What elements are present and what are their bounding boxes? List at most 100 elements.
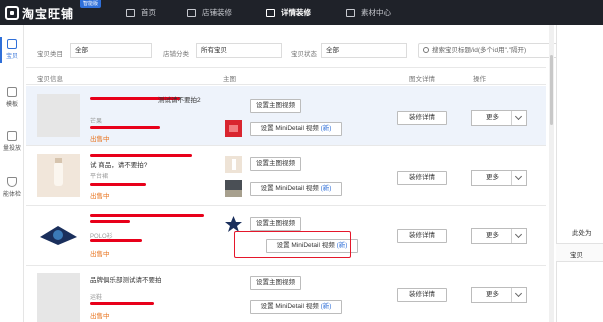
product-thumbnail[interactable] [37, 273, 80, 322]
more-label: 更多 [486, 291, 499, 298]
search-placeholder: 搜索宝贝标题/id(多个id用","隔开) [432, 47, 527, 54]
video-thumbnail[interactable] [225, 215, 242, 232]
filter-shop-category-select[interactable]: 所有宝贝 [196, 43, 282, 58]
edit-detail-button[interactable]: 装修详情 [397, 229, 447, 243]
button-label: 设置 MiniDetail 视频 [260, 303, 319, 310]
edition-badge: 智能版 [80, 0, 102, 8]
store-icon [187, 8, 196, 17]
column-header-product-info: 宝贝信息 [37, 76, 63, 83]
product-subtitle: 平台裙 [90, 174, 109, 180]
edit-detail-button[interactable]: 装修详情 [397, 111, 447, 125]
set-main-video-button[interactable]: 设置主图视频 [250, 99, 301, 113]
sidebar-item-label: 量投放 [2, 146, 21, 152]
more-actions-dropdown[interactable]: 更多 [471, 287, 527, 303]
shield-icon [7, 177, 17, 187]
logo-text: 淘宝旺铺 [22, 6, 75, 21]
video-thumbnail[interactable] [225, 180, 242, 197]
product-subtitle: 芒果 [90, 119, 103, 125]
sidebar: 宝贝 模板 量投放 能体检 [0, 25, 24, 322]
redaction-mark [90, 214, 204, 217]
sidebar-item-bulk-delivery[interactable]: 量投放 [0, 131, 24, 152]
status-badge: 出售中 [90, 136, 110, 143]
template-icon [7, 87, 17, 97]
more-label: 更多 [486, 174, 499, 181]
new-tag: (新) [320, 125, 332, 132]
table-header: 宝贝信息 主图 图文详情 操作 [26, 67, 546, 85]
logo-icon [5, 6, 19, 20]
new-tag: (新) [320, 303, 332, 310]
set-main-video-button[interactable]: 设置主图视频 [250, 157, 301, 171]
chevron-down-icon [514, 112, 523, 121]
dropdown-divider [511, 288, 512, 302]
box-icon [7, 39, 17, 49]
product-thumbnail[interactable] [37, 94, 80, 137]
video-thumbnail[interactable] [225, 120, 242, 137]
search-input[interactable]: 搜索宝贝标题/id(多个id用","隔开) [418, 43, 559, 58]
more-actions-dropdown[interactable]: 更多 [471, 170, 527, 186]
column-header-main-image: 主图 [223, 76, 236, 83]
set-main-video-button[interactable]: 设置主图视频 [250, 276, 301, 290]
set-minidetail-video-button[interactable]: 设置 MiniDetail 视频 (新) [250, 182, 342, 196]
table-row: 测试请不要拍2 芒果 出售中 设置主图视频 设置 MiniDetail 视频 (… [26, 86, 546, 146]
nav-store-decor-label: 店铺装修 [202, 8, 232, 17]
nav-material-center[interactable]: 素材中心 [346, 0, 391, 25]
dropdown-divider [511, 229, 512, 243]
chevron-down-icon [514, 172, 523, 181]
column-header-actions: 操作 [473, 76, 486, 83]
product-thumbnail[interactable] [37, 154, 80, 197]
product-title[interactable]: 品牌俱乐部测试请不要拍 [90, 274, 162, 284]
filter-category-label: 宝贝类目 [37, 51, 63, 58]
list-icon [7, 131, 17, 141]
edit-detail-button[interactable]: 装修详情 [397, 288, 447, 302]
more-actions-dropdown[interactable]: 更多 [471, 110, 527, 126]
app-logo[interactable]: 淘宝旺铺 [5, 5, 74, 21]
redaction-mark [90, 220, 130, 223]
nav-store-decor[interactable]: 店铺装修 [187, 0, 232, 25]
edit-detail-button[interactable]: 装修详情 [397, 171, 447, 185]
redaction-mark [90, 154, 192, 157]
sidebar-item-templates[interactable]: 模板 [0, 87, 24, 108]
filter-state-select[interactable]: 全部 [321, 43, 407, 58]
top-bar: 淘宝旺铺 智能版 首页 店铺装修 详情装修 素材中心 [0, 0, 603, 25]
product-thumbnail[interactable] [37, 213, 80, 256]
table-row: 品牌俱乐部测试请不要拍 运鞋 出售中 设置主图视频 设置 MiniDetail … [26, 266, 546, 322]
sidebar-item-label: 能体检 [2, 192, 21, 198]
nav-home[interactable]: 首页 [126, 0, 156, 25]
column-header-detail: 图文详情 [409, 76, 435, 83]
vertical-scrollbar[interactable] [549, 25, 554, 322]
right-panel-text: 此处为 [572, 230, 592, 237]
sidebar-item-checkup[interactable]: 能体检 [0, 177, 24, 198]
set-main-video-button[interactable]: 设置主图视频 [250, 217, 301, 231]
product-title[interactable]: 试 商品，请不要拍? [90, 159, 147, 169]
nav-material-center-label: 素材中心 [361, 8, 391, 17]
dropdown-divider [511, 111, 512, 125]
button-label: 设置 MiniDetail 视频 [260, 125, 319, 132]
redaction-mark [90, 239, 142, 242]
filter-shop-category-label: 店铺分类 [163, 51, 189, 58]
more-actions-dropdown[interactable]: 更多 [471, 228, 527, 244]
scrollbar-thumb[interactable] [550, 55, 553, 125]
status-badge: 出售中 [90, 193, 110, 200]
nav-detail-decor[interactable]: 详情装修 [266, 0, 311, 25]
product-title[interactable]: 测试请不要拍2 [158, 94, 201, 104]
dropdown-divider [511, 171, 512, 185]
filter-category-select[interactable]: 全部 [70, 43, 152, 58]
set-minidetail-video-button[interactable]: 设置 MiniDetail 视频 (新) [250, 122, 342, 136]
redaction-mark [90, 302, 154, 305]
right-panel-cell: 宝贝 [556, 243, 603, 262]
redaction-mark [90, 126, 160, 129]
new-tag: (新) [320, 185, 332, 192]
more-label: 更多 [486, 114, 499, 121]
detail-icon [266, 8, 275, 17]
set-minidetail-video-button[interactable]: 设置 MiniDetail 视频 (新) [250, 300, 342, 314]
filter-state-label: 宝贝状态 [291, 51, 317, 58]
sidebar-item-label: 模板 [5, 102, 18, 108]
status-badge: 出售中 [90, 251, 110, 258]
button-label: 设置 MiniDetail 视频 [260, 185, 319, 192]
annotation-highlight-box [234, 231, 351, 258]
right-panel-cell-text: 宝贝 [570, 252, 583, 259]
video-thumbnail[interactable] [225, 156, 242, 173]
sidebar-item-products[interactable]: 宝贝 [0, 39, 24, 60]
chevron-down-icon [514, 289, 523, 298]
redaction-mark [90, 183, 146, 186]
